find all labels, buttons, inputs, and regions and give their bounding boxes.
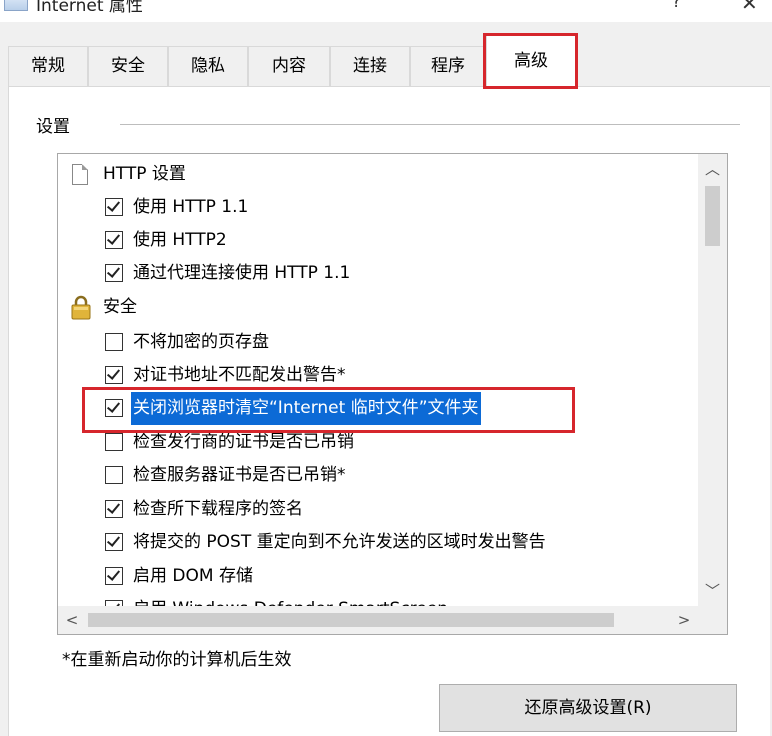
horizontal-scrollbar[interactable]: < > <box>58 606 698 634</box>
setting-label: 不将加密的页存盘 <box>133 332 269 352</box>
category-http: HTTP 设置 <box>58 158 698 191</box>
category-label: 安全 <box>103 297 137 317</box>
setting-no-save-encrypted[interactable]: 不将加密的页存盘 <box>105 326 685 359</box>
setting-label: 检查所下载程序的签名 <box>133 499 303 519</box>
checkbox[interactable] <box>105 567 123 585</box>
scroll-corner <box>698 606 727 634</box>
lock-icon <box>71 295 91 320</box>
checkbox[interactable] <box>105 399 123 417</box>
settings-group-label: 设置 <box>36 117 70 137</box>
setting-cert-mismatch-warning[interactable]: 对证书地址不匹配发出警告* <box>105 359 685 392</box>
setting-post-redirect-warning[interactable]: 将提交的 POST 重定向到不允许发送的区域时发出警告 <box>105 526 695 559</box>
setting-check-server-revocation[interactable]: 检查服务器证书是否已吊销* <box>105 459 685 492</box>
scroll-up-arrow-icon[interactable]: ︿ <box>698 154 727 184</box>
setting-use-http2[interactable]: 使用 HTTP2 <box>105 224 685 257</box>
setting-label: 使用 HTTP 1.1 <box>133 197 249 217</box>
setting-check-publisher-revocation[interactable]: 检查发行商的证书是否已吊销 <box>105 426 685 459</box>
setting-label: 检查服务器证书是否已吊销* <box>133 465 346 485</box>
setting-use-http11[interactable]: 使用 HTTP 1.1 <box>105 191 685 224</box>
checkbox[interactable] <box>105 333 123 351</box>
category-label: HTTP 设置 <box>103 164 186 184</box>
tab-programs[interactable]: 程序 <box>410 46 486 86</box>
scroll-right-arrow-icon[interactable]: > <box>670 606 698 634</box>
setting-label: 对证书地址不匹配发出警告* <box>133 365 346 385</box>
checkbox[interactable] <box>105 366 123 384</box>
checkbox[interactable] <box>105 231 123 249</box>
scroll-down-arrow-icon[interactable]: ﹀ <box>698 576 727 606</box>
restart-footnote: *在重新启动你的计算机后生效 <box>62 650 292 670</box>
setting-label: 启用 DOM 存储 <box>133 566 253 586</box>
tab-content[interactable]: 内容 <box>248 46 330 86</box>
settings-list-viewport: HTTP 设置 使用 HTTP 1.1 使用 HTTP2 通过代理连接使用 HT… <box>58 154 698 606</box>
tab-advanced[interactable]: 高级 <box>486 35 576 88</box>
checkbox[interactable] <box>105 198 123 216</box>
setting-label: 启用 Windows Defender SmartScreen <box>133 593 448 606</box>
restore-advanced-settings-button[interactable]: 还原高级设置(R) <box>439 684 737 732</box>
checkbox[interactable] <box>105 500 123 518</box>
checkbox[interactable] <box>105 264 123 282</box>
setting-check-download-signature[interactable]: 检查所下载程序的签名 <box>105 493 685 526</box>
tab-privacy[interactable]: 隐私 <box>168 46 248 86</box>
settings-list[interactable]: HTTP 设置 使用 HTTP 1.1 使用 HTTP2 通过代理连接使用 HT… <box>57 153 728 635</box>
setting-proxy-http11[interactable]: 通过代理连接使用 HTTP 1.1 <box>105 257 685 290</box>
title-bar: Internet 属性 ? ✕ <box>0 0 772 22</box>
checkbox[interactable] <box>105 533 123 551</box>
setting-label: 通过代理连接使用 HTTP 1.1 <box>133 263 351 283</box>
category-security: 安全 <box>58 291 698 324</box>
tab-general[interactable]: 常规 <box>8 46 88 86</box>
setting-label: 将提交的 POST 重定向到不允许发送的区域时发出警告 <box>133 532 546 552</box>
setting-label: 使用 HTTP2 <box>133 230 227 250</box>
vertical-scroll-thumb[interactable] <box>705 186 720 246</box>
page-icon <box>72 164 88 185</box>
scroll-left-arrow-icon[interactable]: < <box>58 606 86 634</box>
vertical-scrollbar[interactable]: ︿ ﹀ <box>698 154 727 606</box>
setting-label: 关闭浏览器时清空“Internet 临时文件”文件夹 <box>131 392 481 425</box>
setting-enable-dom-storage[interactable]: 启用 DOM 存储 <box>105 560 685 593</box>
tab-security[interactable]: 安全 <box>88 46 168 86</box>
setting-label: 检查发行商的证书是否已吊销 <box>133 432 354 452</box>
group-divider <box>120 124 740 125</box>
internet-properties-icon <box>4 0 28 11</box>
setting-enable-smartscreen[interactable]: 启用 Windows Defender SmartScreen <box>105 593 685 606</box>
checkbox[interactable] <box>105 433 123 451</box>
window-title: Internet 属性 <box>36 0 143 16</box>
tab-connections[interactable]: 连接 <box>330 46 410 86</box>
horizontal-scroll-thumb[interactable] <box>88 613 614 627</box>
setting-empty-temp-files[interactable]: 关闭浏览器时清空“Internet 临时文件”文件夹 <box>105 392 685 425</box>
checkbox[interactable] <box>105 466 123 484</box>
help-button[interactable]: ? <box>672 0 681 12</box>
close-button[interactable]: ✕ <box>741 0 758 15</box>
